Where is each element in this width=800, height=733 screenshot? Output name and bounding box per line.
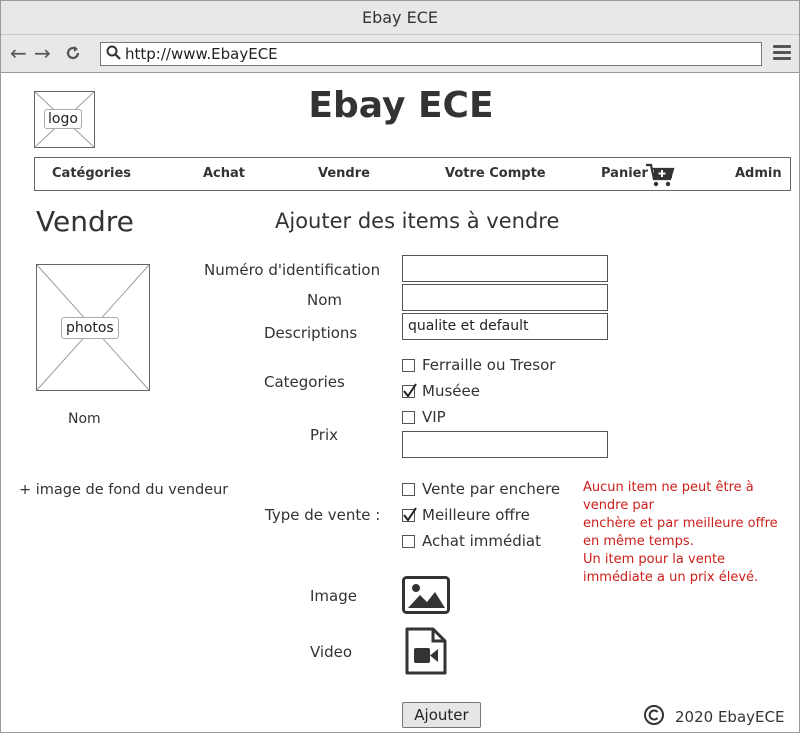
price-field[interactable] (402, 431, 608, 458)
arrow-left-icon[interactable]: ← (10, 43, 27, 63)
menu-item-achat[interactable]: Achat (203, 166, 245, 181)
menu-item-categories[interactable]: Catégories (52, 166, 131, 181)
id-label: Numéro d'identification (204, 261, 381, 279)
description-label: Descriptions (264, 324, 358, 342)
sale-type-option-achat-immediat[interactable]: Achat immédiat (402, 532, 541, 550)
menu-item-votre-compte[interactable]: Votre Compte (445, 166, 546, 181)
checkbox[interactable] (402, 358, 415, 372)
url-text: http://www.EbayECE (125, 45, 278, 63)
window-title: Ebay ECE (1, 1, 799, 35)
browser-toolbar: ← → http://www.EbayECE (1, 35, 799, 73)
sale-rules-note: Aucun item ne peut être à vendre par enc… (583, 480, 778, 585)
checkbox-checked[interactable] (402, 506, 417, 522)
sale-type-option-meilleure-offre[interactable]: Meilleure offre (402, 506, 530, 524)
video-label: Video (310, 643, 353, 661)
sale-type-label: Type de vente : (265, 506, 381, 524)
menu-item-vendre[interactable]: Vendre (318, 166, 370, 181)
main-menu: Catégories Achat Vendre Votre Compte Pan… (34, 157, 791, 191)
page-title: Vendre (36, 205, 134, 238)
category-option-vip[interactable]: VIP (402, 408, 446, 426)
add-item-button[interactable]: Ajouter (402, 702, 481, 728)
footer: 2020 EbayECE (643, 704, 784, 730)
image-label: Image (310, 587, 357, 605)
url-input[interactable]: http://www.EbayECE (100, 42, 762, 66)
category-option-ferraille[interactable]: Ferraille ou Tresor (402, 356, 555, 374)
name-label: Nom (307, 291, 343, 309)
logo: logo (34, 91, 95, 148)
image-upload-icon[interactable] (402, 576, 450, 618)
copyright-icon (643, 704, 665, 730)
checkbox[interactable] (402, 534, 415, 548)
sale-type-option-enchere[interactable]: Vente par enchere (402, 480, 560, 498)
seller-name-label: Nom (68, 411, 101, 427)
footer-text: 2020 EbayECE (675, 708, 785, 726)
site-title: Ebay ECE (308, 85, 494, 126)
hamburger-menu-icon[interactable] (773, 45, 791, 61)
checkbox[interactable] (402, 482, 415, 496)
id-field[interactable] (402, 255, 608, 282)
menu-item-panier[interactable]: Panier (601, 166, 648, 181)
video-upload-icon[interactable] (405, 627, 447, 679)
checkbox-checked[interactable] (402, 382, 417, 398)
browser-window: Ebay ECE ← → http://www.EbayECE logo Eba… (0, 0, 800, 733)
photo-label: photos (61, 317, 119, 339)
checkbox[interactable] (402, 410, 415, 424)
description-field[interactable]: qualite et default (402, 313, 608, 340)
search-icon (106, 45, 122, 67)
section-title: Ajouter des items à vendre (275, 209, 560, 233)
categories-label: Categories (264, 373, 345, 391)
logo-label: logo (44, 109, 82, 129)
background-image-note[interactable]: + image de fond du vendeur (19, 482, 228, 498)
price-label: Prix (310, 426, 338, 444)
cart-add-icon[interactable] (645, 162, 677, 192)
menu-item-admin[interactable]: Admin (735, 166, 782, 181)
arrow-right-icon[interactable]: → (34, 43, 51, 63)
refresh-icon[interactable] (64, 44, 82, 65)
category-option-musee[interactable]: Muséee (402, 382, 480, 400)
name-field[interactable] (402, 284, 608, 311)
seller-photo-placeholder[interactable]: photos (36, 264, 150, 391)
